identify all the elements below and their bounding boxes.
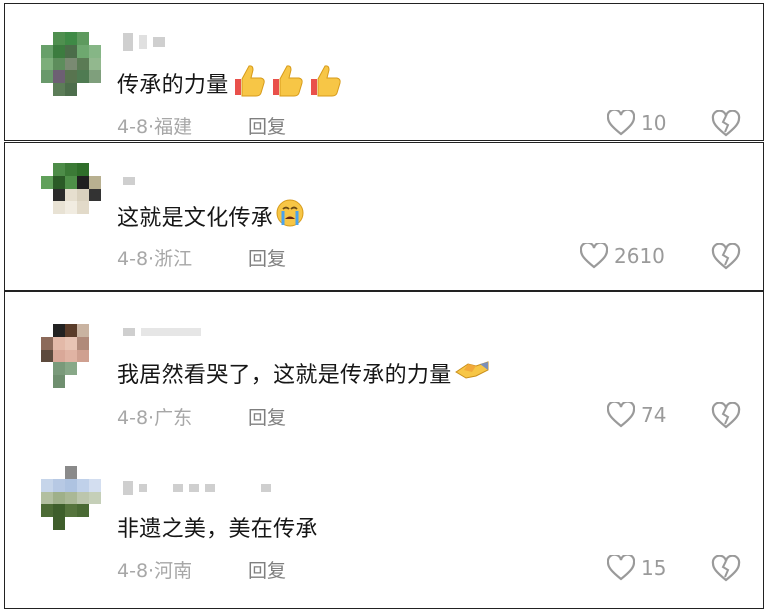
comment-text-content: 这就是文化传承	[117, 206, 274, 231]
thumbs-up-icon	[307, 63, 343, 103]
dislike-button[interactable]	[711, 242, 741, 271]
broken-heart-icon	[711, 401, 741, 429]
thumbs-up-icon	[231, 63, 267, 103]
comment-meta: 4-8·浙江	[117, 244, 192, 271]
comment-location: 广东	[154, 407, 193, 429]
comment-location: 浙江	[154, 248, 193, 270]
comment-text: 这就是文化传承	[117, 199, 305, 233]
comment-text-content: 我居然看哭了，这就是传承的力量	[117, 363, 452, 388]
comment-text: 我居然看哭了，这就是传承的力量	[117, 356, 490, 390]
broken-heart-icon	[711, 554, 741, 582]
dislike-button[interactable]	[711, 401, 741, 430]
like-button[interactable]: 10	[607, 110, 666, 136]
avatar[interactable]	[41, 32, 101, 96]
comment-date: 4-8	[117, 248, 149, 270]
like-button[interactable]: 74	[607, 402, 666, 428]
comment-location: 河南	[154, 560, 193, 582]
broken-heart-icon	[711, 242, 741, 270]
dislike-button[interactable]	[711, 109, 741, 138]
username-blurred[interactable]	[123, 173, 135, 189]
username-blurred[interactable]	[123, 480, 271, 496]
comment-location: 福建	[154, 116, 193, 138]
heart-icon	[607, 402, 635, 428]
reply-button[interactable]: 回复	[248, 556, 286, 583]
comment-text: 非遗之美，美在传承	[117, 510, 318, 544]
like-count: 10	[641, 111, 667, 135]
thumbs-up-icon	[269, 63, 305, 103]
avatar[interactable]	[41, 163, 101, 227]
comment-meta: 4-8·广东	[117, 403, 192, 430]
dislike-button[interactable]	[711, 554, 741, 583]
reply-button[interactable]: 回复	[248, 244, 286, 271]
comment-meta: 4-8·河南	[117, 556, 192, 583]
like-count: 2610	[614, 244, 665, 268]
comment-date: 4-8	[117, 407, 149, 429]
handshake-icon	[454, 358, 490, 388]
heart-icon	[607, 555, 635, 581]
comment-date: 4-8	[117, 116, 149, 138]
reply-button[interactable]: 回复	[248, 403, 286, 430]
like-count: 74	[641, 403, 667, 427]
like-button[interactable]: 15	[607, 555, 666, 581]
comment-card-3: 我居然看哭了，这就是传承的力量 4-8·广东 回复 74 非遗之美，美在传承 4…	[4, 291, 764, 609]
comment-text-content: 非遗之美，美在传承	[117, 517, 318, 542]
comment-meta: 4-8·福建	[117, 112, 192, 139]
username-blurred[interactable]	[123, 33, 165, 51]
like-button[interactable]: 2610	[580, 243, 665, 269]
comment-text-content: 传承的力量	[117, 73, 229, 98]
avatar[interactable]	[41, 466, 101, 530]
comment-card-2: 这就是文化传承 4-8·浙江 回复 2610	[4, 142, 764, 291]
comment-date: 4-8	[117, 560, 149, 582]
heart-icon	[580, 243, 608, 269]
comment-card-1: 传承的力量 4-8·福建 回复 10	[4, 3, 764, 141]
heart-icon	[607, 110, 635, 136]
username-blurred[interactable]	[123, 324, 201, 340]
broken-heart-icon	[711, 109, 741, 137]
like-count: 15	[641, 556, 667, 580]
reply-button[interactable]: 回复	[248, 112, 286, 139]
avatar[interactable]	[41, 324, 101, 388]
loudly-crying-face-icon	[275, 198, 305, 234]
comment-text: 传承的力量	[117, 63, 343, 103]
